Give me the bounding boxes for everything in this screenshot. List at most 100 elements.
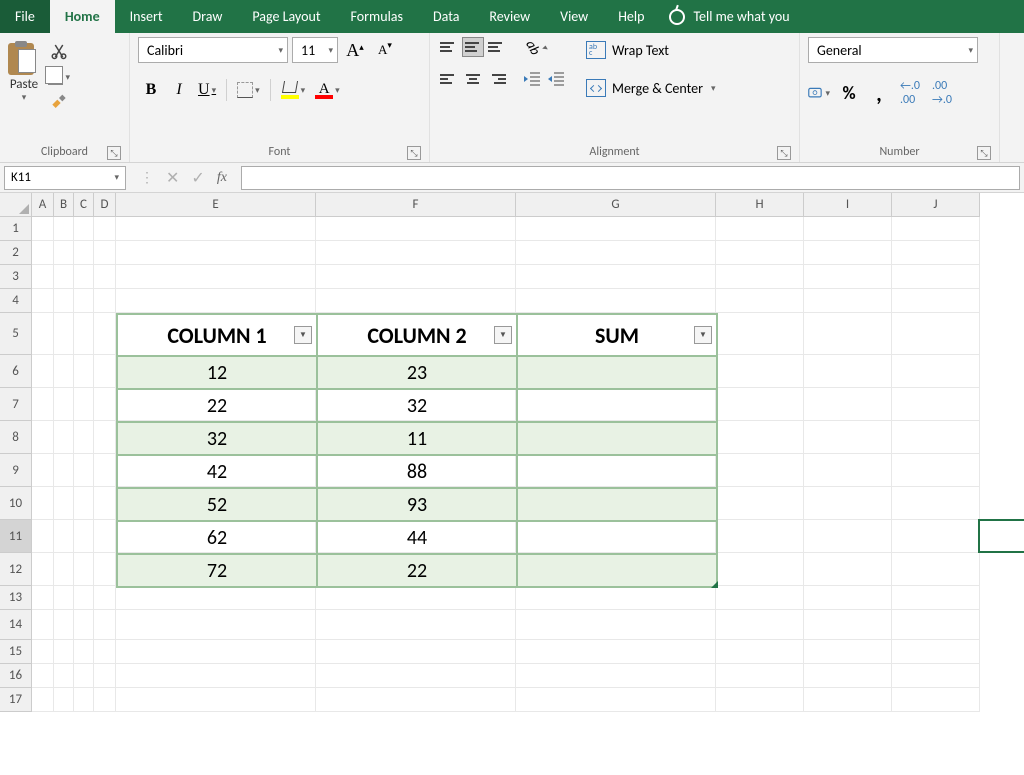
column-header-C[interactable]: C xyxy=(74,193,94,217)
tab-draw[interactable]: Draw xyxy=(178,0,238,33)
cell-G17[interactable] xyxy=(516,688,716,712)
cell-J8[interactable] xyxy=(892,421,980,454)
table-cell[interactable] xyxy=(517,389,717,422)
cell-A12[interactable] xyxy=(32,553,54,586)
cell-H8[interactable] xyxy=(716,421,804,454)
column-header-F[interactable]: F xyxy=(316,193,516,217)
cell-H17[interactable] xyxy=(716,688,804,712)
tab-help[interactable]: Help xyxy=(603,0,659,33)
cell-A5[interactable] xyxy=(32,313,54,355)
decrease-indent-button[interactable] xyxy=(524,69,546,89)
table-cell[interactable]: 42 xyxy=(117,455,317,488)
cell-B14[interactable] xyxy=(54,610,74,640)
tell-me[interactable]: Tell me what you xyxy=(659,0,789,33)
row-header-3[interactable]: 3 xyxy=(0,265,32,289)
table-cell[interactable]: 22 xyxy=(317,554,517,587)
row-header-8[interactable]: 8 xyxy=(0,421,32,454)
cell-D5[interactable] xyxy=(94,313,116,355)
cell-A16[interactable] xyxy=(32,664,54,688)
cell-C3[interactable] xyxy=(74,265,94,289)
cell-B5[interactable] xyxy=(54,313,74,355)
increase-font-button[interactable]: A▴ xyxy=(342,37,368,63)
table-cell[interactable]: 32 xyxy=(117,422,317,455)
row-header-11[interactable]: 11 xyxy=(0,520,32,553)
comma-format-button[interactable]: , xyxy=(868,83,890,103)
formula-input[interactable] xyxy=(241,166,1020,190)
cell-D4[interactable] xyxy=(94,289,116,313)
column-header-D[interactable]: D xyxy=(94,193,116,217)
cell-E2[interactable] xyxy=(116,241,316,265)
tab-page-layout[interactable]: Page Layout xyxy=(237,0,335,33)
cell-E17[interactable] xyxy=(116,688,316,712)
row-header-16[interactable]: 16 xyxy=(0,664,32,688)
cell-E13[interactable] xyxy=(116,586,316,610)
cell-D8[interactable] xyxy=(94,421,116,454)
cell-A7[interactable] xyxy=(32,388,54,421)
cell-G14[interactable] xyxy=(516,610,716,640)
font-size-combo[interactable]: 11▾ xyxy=(292,37,338,63)
cell-H2[interactable] xyxy=(716,241,804,265)
column-header-J[interactable]: J xyxy=(892,193,980,217)
table-cell[interactable] xyxy=(517,422,717,455)
cell-I1[interactable] xyxy=(804,217,892,241)
filter-button[interactable]: ▼ xyxy=(294,326,312,344)
row-header-14[interactable]: 14 xyxy=(0,610,32,640)
cell-A10[interactable] xyxy=(32,487,54,520)
cell-D12[interactable] xyxy=(94,553,116,586)
table-cell[interactable] xyxy=(517,455,717,488)
merge-center-button[interactable]: Merge & Center ▾ xyxy=(580,75,722,101)
align-bottom-button[interactable] xyxy=(486,37,508,57)
paste-dropdown[interactable]: ▾ xyxy=(22,92,27,103)
cell-C2[interactable] xyxy=(74,241,94,265)
cell-D16[interactable] xyxy=(94,664,116,688)
cell-E3[interactable] xyxy=(116,265,316,289)
cell-C9[interactable] xyxy=(74,454,94,487)
cell-G13[interactable] xyxy=(516,586,716,610)
cell-D17[interactable] xyxy=(94,688,116,712)
cell-F3[interactable] xyxy=(316,265,516,289)
cell-B8[interactable] xyxy=(54,421,74,454)
row-header-15[interactable]: 15 xyxy=(0,640,32,664)
table-cell[interactable]: 72 xyxy=(117,554,317,587)
cell-I11[interactable] xyxy=(804,520,892,553)
cell-H10[interactable] xyxy=(716,487,804,520)
align-center-button[interactable] xyxy=(462,69,484,89)
font-name-combo[interactable]: Calibri▾ xyxy=(138,37,288,63)
row-header-6[interactable]: 6 xyxy=(0,355,32,388)
cell-G1[interactable] xyxy=(516,217,716,241)
cell-B9[interactable] xyxy=(54,454,74,487)
cell-B12[interactable] xyxy=(54,553,74,586)
cell-D2[interactable] xyxy=(94,241,116,265)
table-cell[interactable]: 32 xyxy=(317,389,517,422)
table-cell[interactable]: 88 xyxy=(317,455,517,488)
table-cell[interactable]: 52 xyxy=(117,488,317,521)
orientation-button[interactable]: ab▾ xyxy=(524,37,548,57)
cell-I4[interactable] xyxy=(804,289,892,313)
cell-E15[interactable] xyxy=(116,640,316,664)
cell-A14[interactable] xyxy=(32,610,54,640)
cell-C14[interactable] xyxy=(74,610,94,640)
cell-J17[interactable] xyxy=(892,688,980,712)
paste-button[interactable]: Paste xyxy=(10,77,38,92)
table-header-2[interactable]: SUM▼ xyxy=(517,314,717,356)
cell-F16[interactable] xyxy=(316,664,516,688)
cell-C12[interactable] xyxy=(74,553,94,586)
cell-J10[interactable] xyxy=(892,487,980,520)
row-header-10[interactable]: 10 xyxy=(0,487,32,520)
align-right-button[interactable] xyxy=(486,69,508,89)
cell-C4[interactable] xyxy=(74,289,94,313)
cell-B1[interactable] xyxy=(54,217,74,241)
cell-H13[interactable] xyxy=(716,586,804,610)
select-all-corner[interactable] xyxy=(0,193,32,217)
tab-review[interactable]: Review xyxy=(474,0,545,33)
column-header-E[interactable]: E xyxy=(116,193,316,217)
cell-G16[interactable] xyxy=(516,664,716,688)
cell-G2[interactable] xyxy=(516,241,716,265)
column-header-H[interactable]: H xyxy=(716,193,804,217)
column-header-G[interactable]: G xyxy=(516,193,716,217)
cell-J16[interactable] xyxy=(892,664,980,688)
cell-H12[interactable] xyxy=(716,553,804,586)
cell-A11[interactable] xyxy=(32,520,54,553)
cell-E16[interactable] xyxy=(116,664,316,688)
cell-A2[interactable] xyxy=(32,241,54,265)
